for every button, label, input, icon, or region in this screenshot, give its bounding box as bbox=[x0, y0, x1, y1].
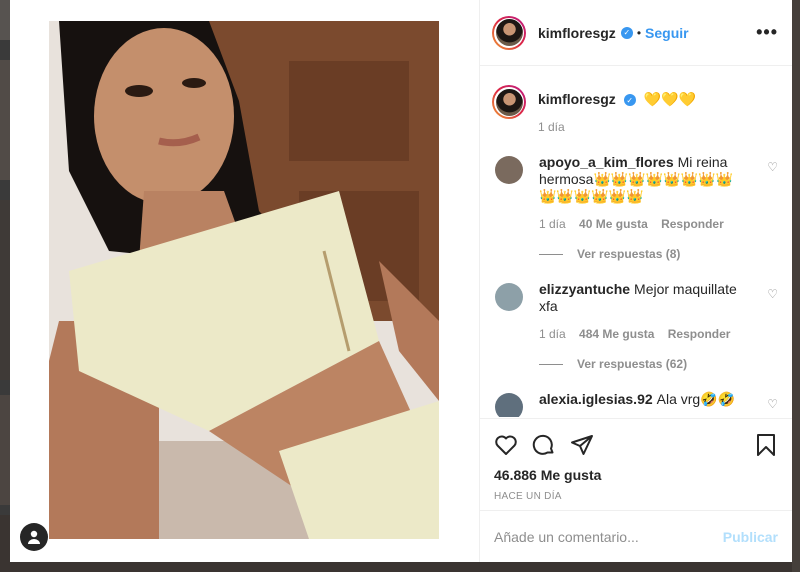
comment-item: apoyo_a_kim_flores Mi reina hermosa👑👑👑👑👑👑… bbox=[492, 154, 778, 231]
view-replies-label: Ver respuestas (62) bbox=[577, 357, 688, 371]
view-replies-button[interactable]: Ver respuestas (62) bbox=[539, 357, 778, 371]
comment-icon[interactable] bbox=[532, 433, 556, 457]
caption-content: 💛💛💛 bbox=[643, 91, 696, 107]
comment-username[interactable]: elizzyantuche bbox=[539, 281, 630, 297]
post-caption: kimfloresgz ✓ 💛💛💛 1 día bbox=[492, 85, 778, 134]
comment-meta: 1 día 40 Me gusta Responder bbox=[539, 217, 744, 231]
background-tile bbox=[0, 200, 10, 380]
background-tile bbox=[0, 60, 10, 180]
comment-avatar[interactable] bbox=[495, 156, 523, 184]
post-actions: 46.886 Me gusta HACE UN DÍA bbox=[480, 418, 792, 502]
background-tile bbox=[0, 395, 10, 505]
reply-button[interactable]: Responder bbox=[661, 217, 724, 231]
post-header: kimfloresgz ✓ • Seguir ••• bbox=[480, 0, 792, 66]
comment-body: elizzyantuche Mejor maquillate xfa 1 día … bbox=[539, 281, 744, 341]
view-replies-button[interactable]: Ver respuestas (8) bbox=[539, 247, 778, 261]
caption-avatar[interactable] bbox=[492, 85, 526, 119]
comment-content: Ala vrg🤣🤣 bbox=[656, 391, 736, 407]
follow-button[interactable]: Seguir bbox=[645, 25, 689, 41]
comment-like-heart-icon[interactable]: ♡ bbox=[767, 397, 778, 411]
comment-age[interactable]: 1 día bbox=[539, 217, 566, 231]
author-username[interactable]: kimfloresgz bbox=[538, 25, 616, 41]
post-photo[interactable] bbox=[49, 21, 439, 539]
avatar-frame bbox=[494, 87, 524, 117]
comment-likes[interactable]: 484 Me gusta bbox=[579, 327, 654, 341]
author-avatar[interactable] bbox=[492, 15, 526, 50]
user-icon[interactable] bbox=[20, 523, 48, 551]
comment-username[interactable]: alexia.iglesias.92 bbox=[539, 391, 653, 407]
caption-text: kimfloresgz ✓ 💛💛💛 bbox=[538, 91, 696, 108]
comment-like-heart-icon[interactable]: ♡ bbox=[767, 160, 778, 174]
caption-body: kimfloresgz ✓ 💛💛💛 1 día bbox=[538, 85, 696, 134]
comment-text: apoyo_a_kim_flores Mi reina hermosa👑👑👑👑👑👑… bbox=[539, 154, 744, 205]
post-timestamp[interactable]: HACE UN DÍA bbox=[494, 491, 778, 502]
avatar-image bbox=[495, 88, 523, 116]
separator-dot: • bbox=[636, 25, 642, 40]
post-modal: kimfloresgz ✓ • Seguir ••• kimfloresgz ✓… bbox=[10, 0, 792, 562]
view-replies-label: Ver respuestas (8) bbox=[577, 247, 681, 261]
post-media bbox=[10, 0, 479, 562]
publish-button[interactable]: Publicar bbox=[723, 529, 778, 545]
comment-like-heart-icon[interactable]: ♡ bbox=[767, 287, 778, 301]
comment-avatar[interactable] bbox=[495, 393, 523, 417]
comment-username[interactable]: apoyo_a_kim_flores bbox=[539, 154, 674, 170]
comment-meta: 1 día 484 Me gusta Responder bbox=[539, 327, 744, 341]
background-tile bbox=[0, 0, 10, 40]
heart-icon[interactable] bbox=[494, 433, 518, 457]
bookmark-icon[interactable] bbox=[754, 433, 778, 457]
caption-username[interactable]: kimfloresgz bbox=[538, 91, 616, 107]
comment-likes[interactable]: 40 Me gusta bbox=[579, 217, 648, 231]
reply-button[interactable]: Responder bbox=[668, 327, 731, 341]
comments-list[interactable]: kimfloresgz ✓ 💛💛💛 1 día apoyo_a_kim_flor… bbox=[480, 67, 792, 417]
add-comment-bar: Publicar bbox=[480, 510, 792, 562]
comment-body: apoyo_a_kim_flores Mi reina hermosa👑👑👑👑👑👑… bbox=[539, 154, 744, 231]
comment-age[interactable]: 1 día bbox=[539, 327, 566, 341]
comment-body: alexia.iglesias.92 Ala vrg🤣🤣 bbox=[539, 391, 744, 417]
more-options-icon[interactable]: ••• bbox=[756, 22, 778, 43]
caption-meta: 1 día bbox=[538, 120, 696, 134]
action-icons bbox=[494, 431, 778, 459]
comment-input[interactable] bbox=[494, 528, 723, 545]
avatar-frame bbox=[494, 17, 524, 48]
verified-badge-icon: ✓ bbox=[620, 26, 633, 39]
verified-badge-icon: ✓ bbox=[623, 94, 636, 107]
share-icon[interactable] bbox=[570, 433, 594, 457]
comment-text: elizzyantuche Mejor maquillate xfa bbox=[539, 281, 744, 315]
comment-item: elizzyantuche Mejor maquillate xfa 1 día … bbox=[492, 281, 778, 341]
comment-item: alexia.iglesias.92 Ala vrg🤣🤣 ♡ bbox=[492, 391, 778, 417]
background-tile bbox=[792, 0, 800, 572]
likes-count[interactable]: 46.886 Me gusta bbox=[494, 467, 778, 483]
replies-divider bbox=[539, 363, 563, 365]
avatar-image bbox=[495, 19, 523, 46]
caption-age[interactable]: 1 día bbox=[538, 120, 565, 134]
post-sidebar: kimfloresgz ✓ • Seguir ••• kimfloresgz ✓… bbox=[479, 0, 792, 562]
comment-text: alexia.iglesias.92 Ala vrg🤣🤣 bbox=[539, 391, 744, 408]
comment-avatar[interactable] bbox=[495, 283, 523, 311]
replies-divider bbox=[539, 253, 563, 255]
